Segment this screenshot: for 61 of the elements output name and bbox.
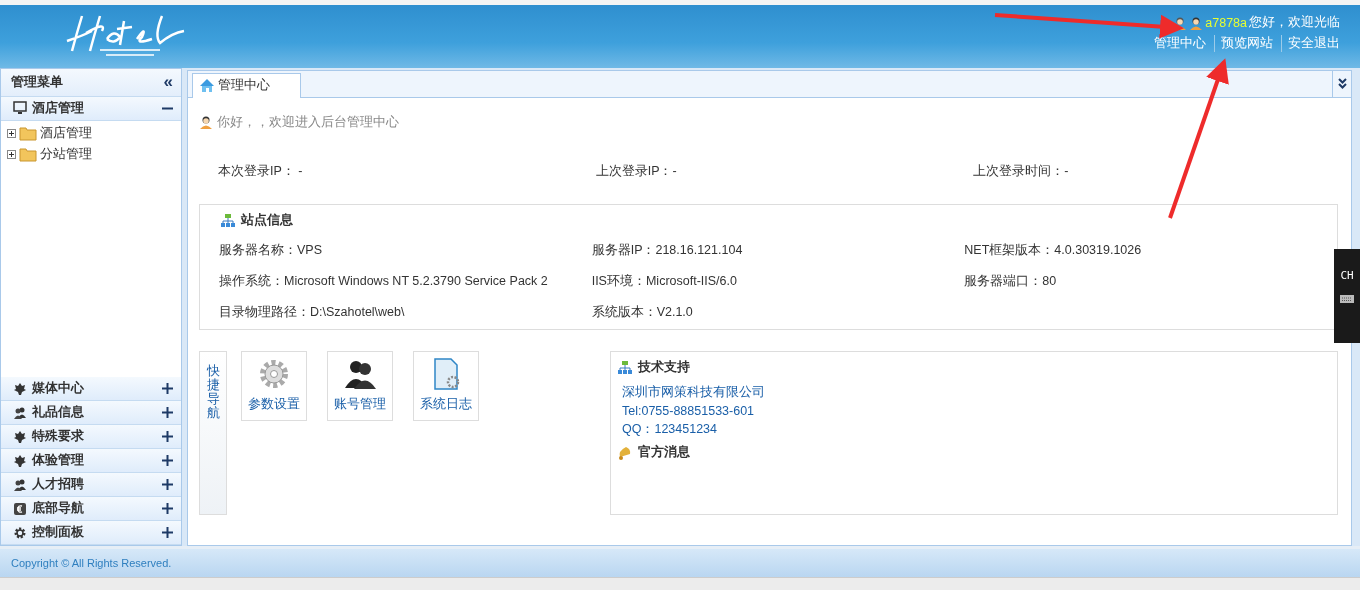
greeting-text: 你好，，欢迎进入后台管理中心 xyxy=(217,113,399,131)
panel-title: 官方消息 xyxy=(638,443,690,461)
menu-section[interactable]: 特殊要求 xyxy=(1,425,181,449)
info-item: 服务器端口：80 xyxy=(964,272,1058,290)
keyboard-icon[interactable] xyxy=(1339,292,1355,304)
people-icon xyxy=(344,358,376,391)
welcome-text: 您好，欢迎光临 xyxy=(1249,14,1340,31)
menu-section[interactable]: 礼品信息 xyxy=(1,401,181,425)
bell-icon xyxy=(617,444,633,460)
shortcut-button[interactable]: 账号管理 xyxy=(327,350,393,421)
user-icon xyxy=(1189,15,1204,30)
network-icon xyxy=(617,359,633,375)
menu-section[interactable]: 媒体中心 xyxy=(1,377,181,401)
people-icon xyxy=(13,477,27,492)
menu-section[interactable]: 体验管理 xyxy=(1,449,181,473)
menu-section[interactable]: 人才招聘 xyxy=(1,473,181,497)
support-info: Tel:0755-88851533-601 xyxy=(622,403,756,418)
info-item: NET框架版本：4.0.30319.1026 xyxy=(964,241,1143,259)
folder-icon xyxy=(19,125,37,142)
tree-item[interactable]: 酒店管理 xyxy=(40,124,92,142)
info-item: 系统版本：V2.1.0 xyxy=(591,303,694,321)
info-item: 服务器IP：218.16.121.104 xyxy=(591,241,744,259)
menu-section[interactable]: 控制面板 xyxy=(1,521,181,545)
info-item: 服务器名称：VPS xyxy=(219,241,323,259)
shortcut-button[interactable]: 系统日志 xyxy=(413,350,479,421)
ime-language[interactable]: CH xyxy=(1340,269,1354,282)
info-item: 操作系统：Microsoft Windows NT 5.2.3790 Service Pack 2 xyxy=(219,272,549,290)
panel-title: 站点信息 xyxy=(241,211,293,229)
gear-icon xyxy=(13,525,27,540)
menu-section[interactable]: 底部导航 xyxy=(1,497,181,521)
network-icon xyxy=(220,212,236,228)
collapse-button[interactable]: « xyxy=(163,72,173,93)
menu-section[interactable]: 酒店管理 xyxy=(1,96,181,121)
info-item: IIS环境：Microsoft-IIS/6.0 xyxy=(591,272,738,290)
monitor-icon xyxy=(13,101,27,116)
login-info: 本次登录IP： - xyxy=(218,162,304,180)
people-icon xyxy=(13,405,27,420)
euro-icon xyxy=(13,501,27,516)
tree-item[interactable]: 分站管理 xyxy=(40,145,92,163)
copyright-text: Copyright © All Rights Reserved. xyxy=(11,557,172,569)
login-info: 上次登录时间：- xyxy=(973,162,1070,180)
shortcut-button[interactable]: 参数设置 xyxy=(241,350,307,421)
home-icon xyxy=(199,78,215,94)
support-info: QQ：123451234 xyxy=(622,420,718,438)
user-icon xyxy=(199,115,213,130)
gear-icon xyxy=(258,358,290,391)
info-item: 目录物理路径：D:\Szahotel\web\ xyxy=(219,303,406,321)
quick-nav-title: 快捷导航 xyxy=(206,363,220,423)
username: a7878a xyxy=(1205,15,1247,30)
panel-title: 技术支持 xyxy=(638,358,690,376)
menu-title: 管理菜单 xyxy=(11,73,63,91)
support-info: 深圳市网策科技有限公司 xyxy=(622,383,766,401)
leaf-icon xyxy=(13,429,27,444)
expand-icon xyxy=(7,128,16,138)
double-chevron-icon[interactable] xyxy=(1337,78,1347,90)
login-info: 上次登录IP：- xyxy=(595,162,678,180)
leaf-icon xyxy=(13,381,27,396)
folder-icon xyxy=(19,146,37,163)
expand-icon xyxy=(7,149,16,159)
leaf-icon xyxy=(13,453,27,468)
tab[interactable]: 管理中心 xyxy=(192,72,301,98)
